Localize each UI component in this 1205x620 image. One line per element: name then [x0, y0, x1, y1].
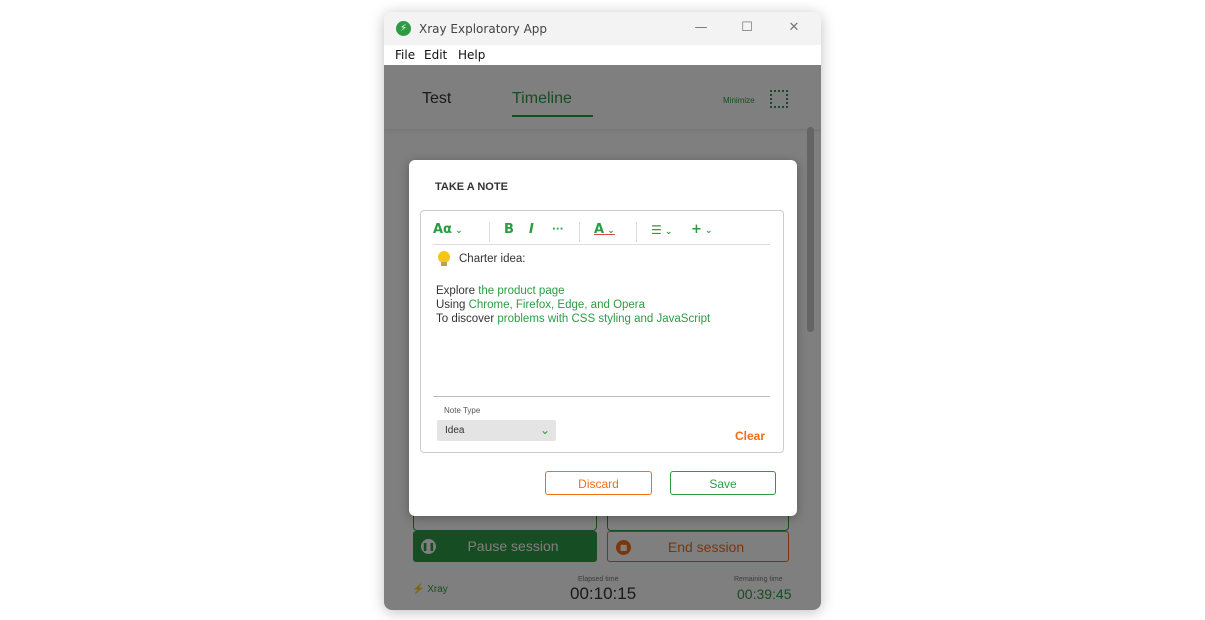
note-type-label: Note Type — [444, 406, 481, 415]
chevron-down-icon: ⌄ — [661, 227, 673, 237]
charter-label: Charter idea: — [459, 253, 526, 265]
note-type-select[interactable]: Idea ⌄ — [437, 420, 556, 441]
editor-divider — [433, 396, 770, 397]
chevron-down-icon: ⌄ — [701, 226, 713, 236]
list-icon: ☰ — [651, 223, 662, 237]
plus-icon: + — [691, 222, 702, 237]
title-bar: ⚡ Xray Exploratory App — ☐ ✕ — [384, 12, 821, 45]
charter-line: To discover problems with CSS styling an… — [436, 313, 711, 325]
text-color-button[interactable]: A ⌄ — [594, 220, 615, 240]
menu-file[interactable]: File — [395, 48, 415, 62]
window-maximize-button[interactable]: ☐ — [735, 18, 759, 38]
chevron-down-icon: ⌄ — [604, 226, 615, 236]
editor-toolbar: Aα ⌄ B I ··· A ⌄ ☰ ⌄ + ⌄ — [433, 220, 770, 245]
list-button[interactable]: ☰ ⌄ — [651, 220, 672, 240]
italic-button[interactable]: I — [529, 220, 534, 240]
window-title: Xray Exploratory App — [419, 22, 548, 36]
bolt-icon: ⚡ — [396, 21, 411, 36]
charter-line: Explore the product page — [436, 285, 565, 297]
chevron-down-icon: ⌄ — [539, 423, 550, 437]
chevron-down-icon: ⌄ — [452, 226, 463, 236]
bold-button[interactable]: B — [504, 220, 514, 240]
toolbar-divider — [579, 222, 580, 242]
charter-line: Using Chrome, Firefox, Edge, and Opera — [436, 299, 646, 311]
clear-button[interactable]: Clear — [735, 429, 765, 443]
toolbar-divider — [489, 222, 490, 242]
menu-bar: File Edit Help — [384, 45, 821, 65]
note-editor[interactable]: Aα ⌄ B I ··· A ⌄ ☰ ⌄ + ⌄ Charter idea: E… — [420, 210, 784, 453]
insert-button[interactable]: + ⌄ — [691, 220, 713, 240]
modal-title: TAKE A NOTE — [435, 181, 508, 193]
font-style-button[interactable]: Aα ⌄ — [433, 220, 463, 240]
window-minimize-button[interactable]: — — [689, 18, 713, 38]
discard-button[interactable]: Discard — [545, 471, 652, 495]
save-button[interactable]: Save — [670, 471, 776, 495]
toolbar-divider — [636, 222, 637, 242]
take-note-modal: TAKE A NOTE Aα ⌄ B I ··· A ⌄ ☰ ⌄ + ⌄ Cha… — [409, 160, 797, 516]
more-formatting-button[interactable]: ··· — [552, 220, 563, 240]
window-close-button[interactable]: ✕ — [782, 18, 806, 38]
menu-edit[interactable]: Edit — [424, 48, 447, 62]
menu-help[interactable]: Help — [458, 48, 485, 62]
